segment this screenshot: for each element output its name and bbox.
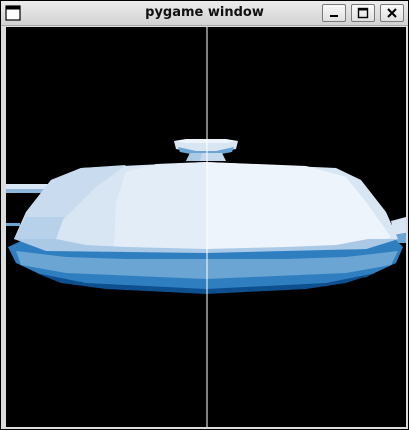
title-bar[interactable]: pygame window — [1, 1, 408, 26]
window-app-icon[interactable] — [5, 5, 21, 21]
game-viewport[interactable] — [6, 27, 406, 427]
teapot-body — [14, 162, 398, 253]
maximize-button[interactable] — [351, 4, 375, 22]
teapot-render — [6, 27, 406, 427]
pygame-window: pygame window — [0, 0, 409, 430]
close-button[interactable] — [380, 4, 404, 22]
maximize-icon — [357, 7, 369, 19]
close-icon — [387, 8, 397, 18]
minimize-icon — [330, 15, 338, 17]
window-title: pygame window — [145, 5, 264, 20]
minimize-button[interactable] — [322, 4, 346, 22]
